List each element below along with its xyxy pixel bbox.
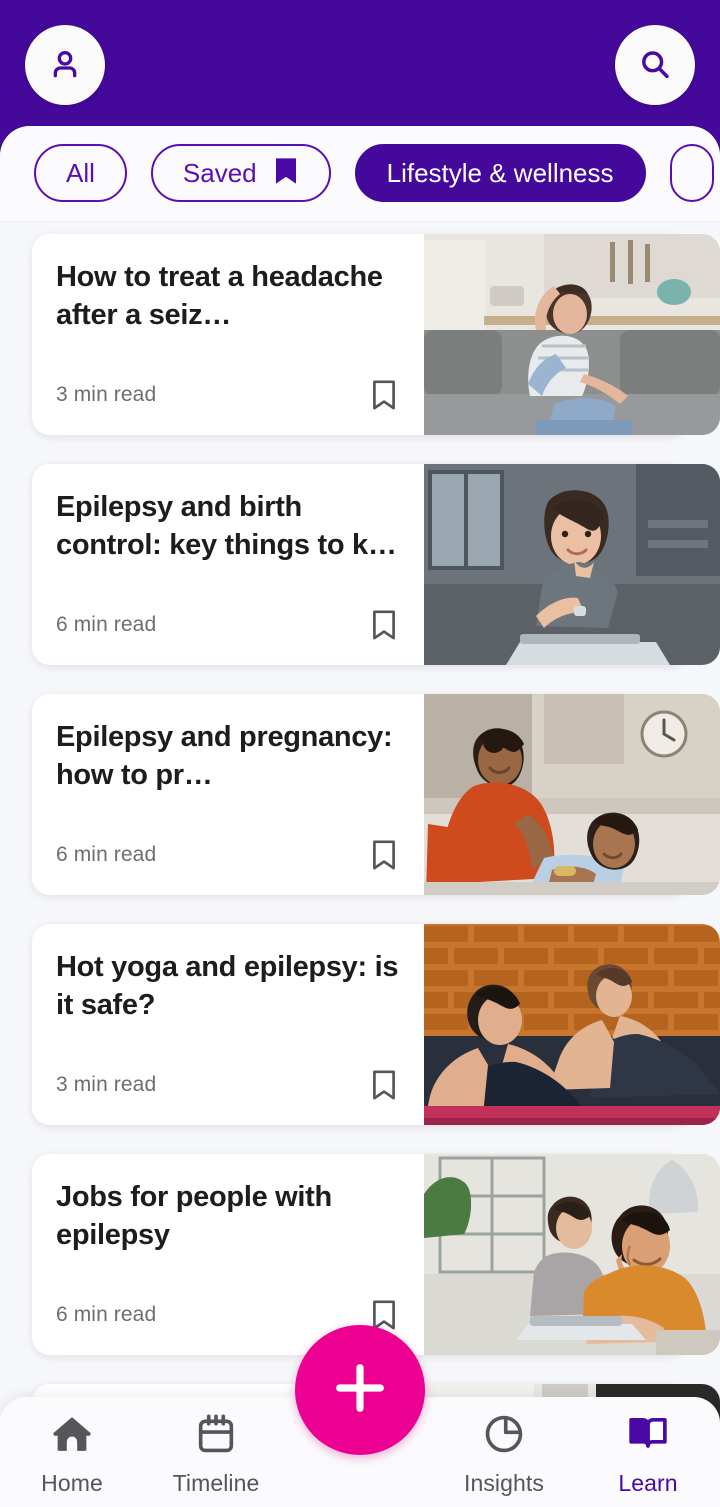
nav-item-timeline-label: Timeline: [172, 1470, 260, 1496]
filter-chip-lifestyle-wellness-label: Lifestyle & wellness: [386, 158, 614, 188]
book-icon: [625, 1411, 671, 1462]
article-card-body: How to treat a headache after a seiz… 3 …: [32, 234, 424, 435]
nav-item-insights-label: Insights: [463, 1470, 545, 1496]
article-card[interactable]: Epilepsy and birth control: key things t…: [32, 464, 720, 665]
learn-screen: All Saved Lifestyle & wellness How to tr…: [0, 0, 720, 1507]
nav-item-learn-label: Learn: [618, 1470, 678, 1496]
article-card-body: Epilepsy and birth control: key things t…: [32, 464, 424, 665]
nav-item-timeline[interactable]: Timeline: [144, 1397, 288, 1507]
photo-woman-laptop: [424, 464, 720, 665]
article-title: Epilepsy and pregnancy: how to pr…: [56, 721, 393, 791]
bookmark-outline-icon[interactable]: [364, 375, 404, 415]
nav-item-insights[interactable]: Insights: [432, 1397, 576, 1507]
filter-chip-scroller[interactable]: All Saved Lifestyle & wellness: [34, 144, 714, 202]
article-title: Jobs for people with epilepsy: [56, 1181, 332, 1251]
nav-item-learn[interactable]: Learn: [576, 1397, 720, 1507]
filter-chip-bar[interactable]: All Saved Lifestyle & wellness: [0, 126, 720, 222]
filter-chip-next-partial[interactable]: [669, 144, 714, 202]
article-card[interactable]: Hot yoga and epilepsy: is it safe? 3 min…: [32, 924, 720, 1125]
filter-chip-saved[interactable]: Saved: [150, 144, 331, 202]
article-image: [424, 1154, 720, 1355]
article-list: How to treat a headache after a seiz… 3 …: [0, 222, 720, 1507]
filter-chip-saved-label: Saved: [182, 158, 257, 188]
search-button[interactable]: [615, 25, 695, 105]
article-read-time: 6 min read: [56, 613, 157, 636]
bookmark-filled-icon: [273, 156, 299, 190]
filter-chip-all-label: All: [66, 158, 95, 188]
article-read-time: 3 min read: [56, 1073, 157, 1096]
photo-hot-yoga: [424, 924, 720, 1125]
article-read-time: 6 min read: [56, 843, 157, 866]
photo-office-workers: [424, 1154, 720, 1355]
bookmark-outline-icon[interactable]: [364, 835, 404, 875]
article-image: [424, 694, 720, 895]
pie-chart-icon: [481, 1411, 527, 1462]
add-entry-fab[interactable]: [295, 1325, 425, 1455]
article-card-footer: 3 min read: [56, 1065, 404, 1105]
bookmark-outline-icon[interactable]: [364, 605, 404, 645]
photo-pregnant-woman-child: [424, 694, 720, 895]
home-icon: [49, 1411, 95, 1462]
person-icon: [45, 45, 85, 85]
article-card-footer: 3 min read: [56, 375, 404, 415]
article-card[interactable]: How to treat a headache after a seiz… 3 …: [32, 234, 720, 435]
plus-icon: [327, 1355, 393, 1426]
filter-chip-all[interactable]: All: [34, 144, 127, 202]
header-content: [0, 18, 720, 112]
article-card-body: Hot yoga and epilepsy: is it safe? 3 min…: [32, 924, 424, 1125]
search-icon: [635, 45, 675, 85]
bookmark-outline-icon[interactable]: [364, 1065, 404, 1105]
article-title: Epilepsy and birth control: key things t…: [56, 491, 397, 561]
article-image: [424, 234, 720, 435]
avatar-button[interactable]: [25, 25, 105, 105]
article-title: How to treat a headache after a seiz…: [56, 261, 383, 331]
photo-couch-headache: [424, 234, 720, 435]
nav-item-home[interactable]: Home: [0, 1397, 144, 1507]
filter-chip-lifestyle-wellness[interactable]: Lifestyle & wellness: [354, 144, 646, 202]
article-read-time: 3 min read: [56, 383, 157, 406]
article-card[interactable]: Epilepsy and pregnancy: how to pr… 6 min…: [32, 694, 720, 895]
nav-item-home-label: Home: [41, 1470, 103, 1496]
article-title: Hot yoga and epilepsy: is it safe?: [56, 951, 399, 1021]
content-sheet: All Saved Lifestyle & wellness How to tr…: [0, 126, 720, 1507]
article-card-footer: 6 min read: [56, 605, 404, 645]
article-image: [424, 924, 720, 1125]
calendar-icon: [193, 1411, 239, 1462]
article-card-body: Epilepsy and pregnancy: how to pr… 6 min…: [32, 694, 424, 895]
article-card-footer: 6 min read: [56, 835, 404, 875]
article-image: [424, 464, 720, 665]
article-read-time: 6 min read: [56, 1303, 157, 1326]
